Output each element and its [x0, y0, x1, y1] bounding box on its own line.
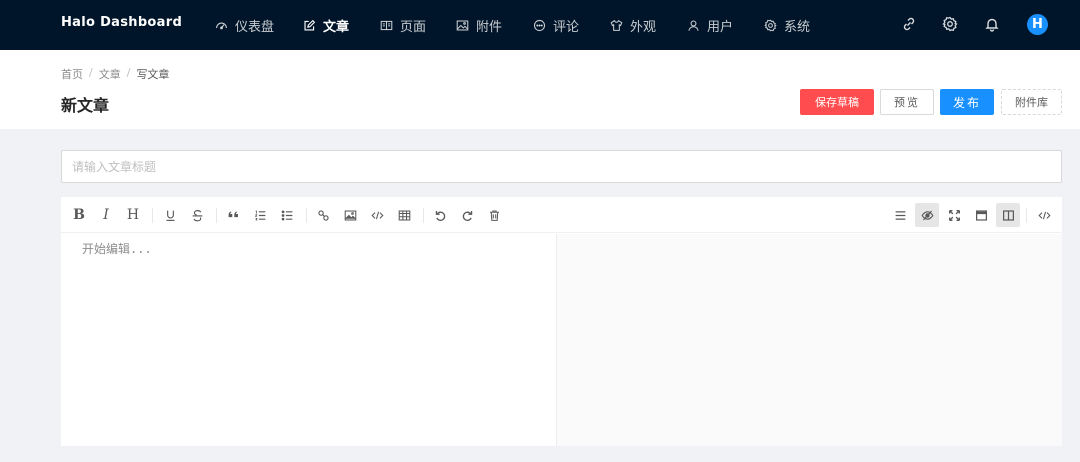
italic-button[interactable]: I: [94, 203, 118, 227]
nav-label-posts: 文章: [323, 19, 350, 35]
breadcrumb: 首页 / 文章 / 写文章: [61, 66, 169, 82]
publish-button[interactable]: 发布: [940, 89, 994, 115]
brand-logo[interactable]: Halo Dashboard: [61, 15, 182, 30]
toolbar-divider: [306, 208, 307, 223]
nav-item-comments[interactable]: 评论: [533, 15, 579, 35]
post-title-input[interactable]: [61, 150, 1062, 183]
markdown-input-area[interactable]: 开始编辑...: [61, 234, 556, 446]
markdown-preview-area: [556, 234, 1062, 446]
user-icon: [688, 20, 699, 31]
top-navigation: Halo Dashboard 仪表盘 文章 页面 附件 评论 外观 用户 系统 …: [0, 0, 1080, 50]
preview-toggle-icon: [921, 210, 933, 220]
code-button[interactable]: [365, 203, 389, 227]
nav-item-users[interactable]: 用户: [687, 15, 733, 35]
undo-button[interactable]: [428, 203, 452, 227]
table-icon: [398, 210, 410, 220]
nav-label-attachments: 附件: [476, 19, 503, 35]
clear-button[interactable]: [482, 203, 506, 227]
quote-icon: [228, 210, 238, 217]
strikethrough-icon: [192, 209, 202, 221]
italic-icon: I: [103, 207, 109, 223]
unordered-list-icon: [281, 209, 292, 221]
user-avatar[interactable]: H: [1027, 14, 1048, 35]
setting-icon: [764, 19, 777, 31]
heading-button[interactable]: H: [121, 203, 145, 227]
bold-button[interactable]: B: [67, 203, 91, 227]
nav-label-users: 用户: [707, 19, 734, 35]
link-button[interactable]: [311, 203, 335, 227]
picture-icon: [456, 20, 469, 30]
nav-item-appearance[interactable]: 外观: [610, 15, 656, 35]
split-view-icon: [1002, 209, 1014, 221]
nav-label-appearance: 外观: [630, 19, 657, 35]
gear-icon[interactable]: [942, 16, 958, 32]
preview-button[interactable]: 预览: [880, 89, 934, 115]
nav-item-posts[interactable]: 文章: [303, 15, 349, 35]
breadcrumb-home[interactable]: 首页: [61, 66, 83, 82]
bell-icon[interactable]: [984, 16, 1000, 32]
window-icon: [975, 209, 987, 221]
nav-item-dashboard[interactable]: 仪表盘: [215, 15, 274, 35]
page-title: 新文章: [61, 96, 110, 115]
toolbar-divider: [216, 208, 217, 223]
toolbar-divider: [1026, 208, 1027, 223]
preview-toggle-button[interactable]: [915, 203, 939, 227]
split-view-button[interactable]: [996, 203, 1020, 227]
toolbar-divider: [423, 208, 424, 223]
underline-icon: [165, 210, 175, 221]
edit-icon: [304, 19, 316, 31]
nav-item-system[interactable]: 系统: [764, 15, 810, 35]
menu-icon: [895, 210, 905, 220]
link-icon: [317, 209, 329, 221]
redo-icon: [462, 210, 472, 221]
comment-icon: [533, 19, 546, 31]
image-icon: [344, 210, 356, 220]
nav-label-comments: 评论: [553, 19, 580, 35]
save-draft-button[interactable]: 保存草稿: [800, 89, 874, 115]
breadcrumb-separator: /: [126, 66, 131, 79]
book-icon: [380, 20, 393, 30]
nav-label-system: 系统: [784, 19, 811, 35]
skin-icon: [610, 19, 623, 31]
nav-label-dashboard: 仪表盘: [235, 19, 275, 35]
attachment-library-button[interactable]: 附件库: [1001, 89, 1062, 115]
toc-button[interactable]: [888, 203, 912, 227]
image-button[interactable]: [338, 203, 362, 227]
nav-label-pages: 页面: [400, 19, 427, 35]
undo-icon: [435, 210, 445, 221]
ordered-list-icon: [254, 210, 265, 220]
unordered-list-button[interactable]: [275, 203, 299, 227]
fullscreen-icon: [948, 209, 960, 221]
nav-item-pages[interactable]: 页面: [380, 15, 426, 35]
html-preview-button[interactable]: [1032, 203, 1056, 227]
editor-toolbar: B I H: [61, 197, 1062, 233]
trash-icon: [489, 210, 499, 221]
breadcrumb-current: 写文章: [136, 68, 170, 81]
code-icon: [1037, 211, 1051, 219]
table-button[interactable]: [392, 203, 416, 227]
quote-button[interactable]: [221, 203, 245, 227]
fullscreen-button[interactable]: [942, 203, 966, 227]
dashboard-icon: [216, 22, 227, 29]
heading-icon: H: [126, 207, 140, 223]
ordered-list-button[interactable]: [248, 203, 272, 227]
code-icon: [370, 211, 384, 219]
page-fullscreen-button[interactable]: [969, 203, 993, 227]
nav-item-attachments[interactable]: 附件: [456, 15, 502, 35]
bold-icon: B: [73, 207, 85, 223]
underline-button[interactable]: [158, 203, 182, 227]
redo-button[interactable]: [455, 203, 479, 227]
toolbar-divider: [152, 208, 153, 223]
strikethrough-button[interactable]: [185, 203, 209, 227]
breadcrumb-posts[interactable]: 文章: [99, 66, 121, 82]
link-icon[interactable]: [901, 16, 917, 32]
markdown-editor: B I H 开始编辑...: [61, 197, 1062, 446]
breadcrumb-separator: /: [89, 66, 93, 79]
editor-placeholder: 开始编辑...: [82, 242, 152, 256]
page-header: 首页 / 文章 / 写文章 新文章 保存草稿 预览 发布 附件库: [0, 50, 1080, 129]
